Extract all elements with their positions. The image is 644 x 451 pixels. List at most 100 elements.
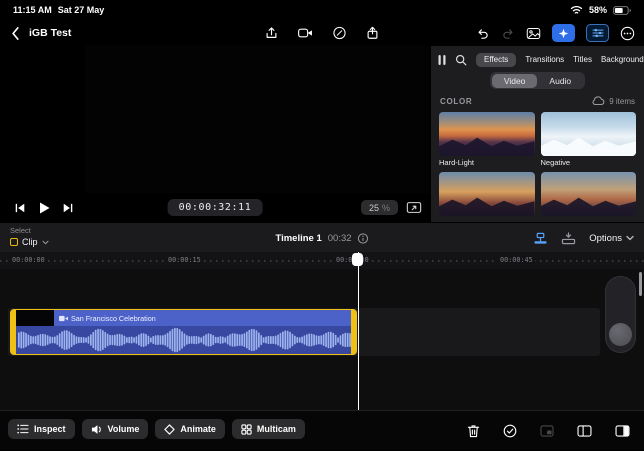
inspect-label: Inspect: [34, 424, 66, 434]
project-title: iGB Test: [29, 27, 71, 39]
effect-cell: Negative: [541, 112, 637, 167]
zoom-level-button[interactable]: 25 %: [361, 200, 398, 215]
effect-label: Hard-Light: [439, 158, 535, 167]
split-view-right-button[interactable]: [615, 425, 630, 437]
split-view-left-button[interactable]: [577, 425, 592, 437]
jog-knob[interactable]: [609, 323, 632, 346]
delete-button[interactable]: [467, 424, 480, 438]
annotate-button[interactable]: [333, 26, 347, 40]
chevron-down-icon: [42, 240, 49, 245]
trash-icon: [467, 424, 480, 438]
playhead[interactable]: [358, 252, 360, 410]
inspect-button[interactable]: Inspect: [8, 419, 75, 439]
timeline-ruler[interactable]: 00:00:00 00:00:15 00:00:30 00:00:45: [0, 252, 644, 269]
effect-thumb-partial[interactable]: [439, 172, 535, 216]
ruler-label: 00:00:00: [10, 256, 47, 264]
media-browser-button[interactable]: [552, 24, 575, 42]
volume-button[interactable]: Volume: [82, 419, 149, 439]
skip-forward-button[interactable]: [62, 202, 74, 214]
share-button[interactable]: [366, 26, 380, 40]
connect-clip-icon: [533, 232, 548, 245]
jog-wheel[interactable]: [605, 276, 636, 353]
picture-in-picture-button[interactable]: [540, 425, 554, 437]
cloud-count: 9 items: [591, 96, 635, 106]
import-button[interactable]: [265, 26, 279, 40]
timeline-title: Timeline 1: [275, 233, 321, 244]
ruler-ticks: [0, 260, 644, 262]
import-icon: [265, 26, 279, 40]
timeline-clip[interactable]: San Francisco Celebration: [10, 309, 357, 355]
clip-select-button[interactable]: Clip: [10, 237, 49, 247]
undo-icon: [476, 27, 490, 40]
external-display-button[interactable]: [406, 201, 422, 214]
tab-effects[interactable]: Effects: [476, 53, 516, 67]
multicam-label: Multicam: [257, 424, 296, 434]
approve-button[interactable]: [503, 424, 517, 438]
transport-bar: 00:00:32:11 25 %: [0, 193, 430, 222]
tab-titles[interactable]: Titles: [573, 55, 592, 64]
effect-thumb-hard-light[interactable]: [439, 112, 535, 156]
redo-button[interactable]: [501, 27, 515, 40]
camera-button[interactable]: [298, 27, 314, 39]
media-type-toggle: Video Audio: [490, 72, 584, 89]
grid-icon: [241, 424, 252, 435]
options-button[interactable]: Options: [589, 233, 634, 244]
clip-waveform: [16, 326, 351, 354]
clip-swatch-icon: [10, 238, 18, 246]
overwrite-clip-button[interactable]: [561, 232, 576, 245]
trim-handle-left[interactable]: [11, 310, 16, 354]
section-title: COLOR: [440, 97, 472, 106]
ellipsis-icon: [620, 26, 635, 41]
multicam-button[interactable]: Multicam: [232, 419, 305, 439]
content-browser: Effects Transitions Titles Backgrounds V…: [430, 46, 644, 222]
back-button[interactable]: [10, 26, 20, 41]
pencil-circle-icon: [333, 26, 347, 40]
more-button[interactable]: [620, 26, 635, 41]
split-left-icon: [577, 425, 592, 437]
timeline-duration: 00:32: [328, 233, 352, 244]
clip-thumbnail: [16, 310, 54, 326]
adjustments-button[interactable]: [586, 24, 609, 42]
toggle-video[interactable]: Video: [492, 74, 538, 88]
connect-clip-button[interactable]: [533, 232, 548, 245]
panel-handle-icon[interactable]: [438, 54, 446, 66]
toggle-audio[interactable]: Audio: [537, 74, 583, 88]
viewer-area: 00:00:32:11 25 %: [0, 46, 430, 222]
photos-button[interactable]: [526, 27, 541, 40]
zoom-unit: %: [382, 203, 390, 213]
undo-button[interactable]: [476, 27, 490, 40]
pip-icon: [540, 425, 554, 437]
animate-button[interactable]: Animate: [155, 419, 225, 439]
trim-handle-right[interactable]: [351, 310, 356, 354]
skip-back-button[interactable]: [14, 202, 26, 214]
scrollbar[interactable]: [639, 272, 642, 296]
video-preview[interactable]: [85, 46, 430, 193]
inspect-icon: [17, 424, 29, 434]
keyframe-diamond-icon: [164, 424, 175, 435]
tab-backgrounds[interactable]: Backgrounds: [601, 55, 644, 64]
sliders-icon: [592, 28, 604, 38]
speaker-icon: [91, 424, 103, 435]
effects-grid: Hard-Light Negative: [431, 109, 644, 216]
bottom-toolbar: Inspect Volume Animate Multicam: [0, 410, 644, 450]
redo-icon: [501, 27, 515, 40]
clip-select-label: Clip: [22, 237, 38, 247]
play-button[interactable]: [37, 201, 51, 215]
search-button[interactable]: [455, 54, 467, 66]
timeline-info-button[interactable]: [358, 233, 369, 244]
timeline-tracks[interactable]: San Francisco Celebration: [0, 269, 644, 410]
playhead-handle[interactable]: [352, 253, 363, 266]
tab-transitions[interactable]: Transitions: [525, 55, 564, 64]
share-icon: [366, 26, 380, 40]
browser-tabs: Effects Transitions Titles Backgrounds: [431, 48, 644, 71]
select-label: Select: [10, 226, 49, 235]
item-count: 9 items: [609, 97, 635, 106]
status-bar: 11:15 AM Sat 27 May 58%: [0, 0, 644, 20]
effect-thumb-negative[interactable]: [541, 112, 637, 156]
top-toolbar: iGB Test: [0, 20, 644, 46]
search-icon: [455, 54, 467, 66]
effect-cell: [439, 172, 535, 216]
effect-thumb-partial[interactable]: [541, 172, 637, 216]
battery-icon: [613, 6, 631, 15]
check-circle-icon: [503, 424, 517, 438]
